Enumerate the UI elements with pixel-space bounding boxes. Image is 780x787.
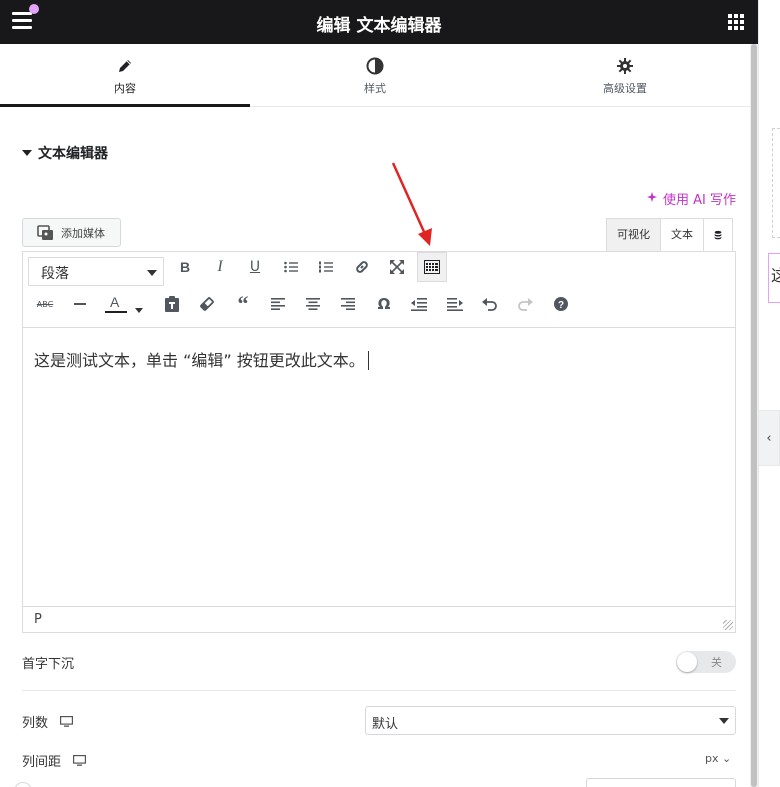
editor-mode-tabs: 可视化 文本: [606, 218, 733, 251]
gear-icon: [500, 56, 750, 76]
half-circle-icon: [250, 56, 500, 76]
section-title: 文本编辑器: [38, 146, 108, 162]
special-character-icon[interactable]: Ω: [370, 290, 398, 318]
section-toggle[interactable]: 文本编辑器: [22, 143, 108, 163]
slider-handle[interactable]: [14, 782, 32, 787]
undo-icon[interactable]: [476, 290, 504, 318]
align-left-icon[interactable]: [264, 290, 292, 318]
resize-handle[interactable]: [723, 620, 733, 630]
align-center-icon[interactable]: [299, 290, 327, 318]
column-gap-label: 列间距: [22, 755, 62, 770]
editor-toolbar: 段落 B I U ABC A “ Ω ?: [23, 252, 735, 328]
editor-header: 编辑 文本编辑器: [0, 0, 758, 44]
columns-value: 默认: [372, 717, 399, 732]
panel-scrollbar[interactable]: [750, 44, 758, 787]
toggle-label: 关: [711, 656, 722, 669]
widgets-grid-icon[interactable]: [728, 14, 744, 30]
toolbar-toggle-icon[interactable]: [417, 252, 447, 282]
align-right-icon[interactable]: [334, 290, 362, 318]
bullet-list-icon[interactable]: [277, 253, 305, 281]
horizontal-line-icon[interactable]: [66, 290, 94, 318]
svg-text:A: A: [110, 294, 120, 310]
unit-selector[interactable]: px ⌄: [705, 752, 731, 765]
columns-select[interactable]: 默认: [365, 706, 736, 735]
tab-content-label: 内容: [114, 82, 136, 95]
divider: [22, 690, 736, 691]
text-color-icon[interactable]: A: [102, 290, 128, 318]
bold-icon[interactable]: B: [171, 253, 199, 281]
desktop-icon[interactable]: [73, 755, 87, 766]
help-icon[interactable]: ?: [547, 290, 575, 318]
desktop-icon[interactable]: [60, 716, 74, 727]
pencil-icon: [0, 56, 250, 76]
paragraph-format-select[interactable]: 段落: [28, 257, 164, 286]
panel-tabs: 内容 样式 高级设置: [0, 44, 750, 107]
columns-row: 列数: [22, 712, 74, 731]
drop-cap-label: 首字下沉: [22, 657, 75, 672]
drop-cap-toggle[interactable]: 关: [676, 651, 736, 673]
unit-label: px: [705, 752, 719, 765]
collapse-panel-button[interactable]: ‹: [758, 410, 780, 466]
column-gap-row: 列间距: [22, 751, 87, 770]
caret-down-icon: [719, 718, 729, 724]
indent-icon[interactable]: [441, 290, 469, 318]
preview-text: 这: [771, 266, 780, 285]
strikethrough-icon[interactable]: ABC: [31, 290, 59, 318]
preview-text-widget[interactable]: 这: [768, 253, 780, 303]
preview-area: [758, 0, 780, 787]
rich-text-editor: 段落 B I U ABC A “ Ω ? 这是测试文本，单击 “编辑” 按钮更改…: [22, 251, 736, 633]
tab-content[interactable]: 内容: [0, 44, 250, 107]
paste-text-icon[interactable]: [158, 290, 186, 318]
editor-status-bar: P: [23, 606, 735, 632]
visual-mode-tab[interactable]: 可视化: [607, 219, 661, 251]
preview-section-outline: [772, 128, 780, 238]
media-icon: [37, 224, 55, 241]
element-path[interactable]: P: [34, 612, 42, 627]
tab-advanced[interactable]: 高级设置: [500, 44, 750, 106]
fullscreen-icon[interactable]: [383, 253, 411, 281]
editor-content-area[interactable]: 这是测试文本，单击 “编辑” 按钮更改此文本。: [23, 328, 735, 608]
link-icon[interactable]: [348, 253, 376, 281]
add-media-label: 添加媒体: [61, 226, 105, 240]
caret-down-icon: [147, 270, 157, 276]
panel-title: 编辑 文本编辑器: [316, 16, 442, 36]
format-value: 段落: [41, 266, 69, 282]
svg-text:?: ?: [558, 300, 564, 311]
redo-icon[interactable]: [511, 290, 539, 318]
caret-down-icon: [22, 150, 32, 156]
ai-write-button[interactable]: 使用 AI 写作: [646, 189, 736, 208]
tab-style[interactable]: 样式: [250, 44, 500, 106]
tab-style-label: 样式: [364, 82, 386, 95]
column-gap-input[interactable]: [586, 778, 736, 787]
tab-advanced-label: 高级设置: [603, 82, 647, 95]
underline-icon[interactable]: U: [241, 253, 269, 281]
editor-content-text: 这是测试文本，单击 “编辑” 按钮更改此文本。: [34, 351, 365, 370]
italic-icon[interactable]: I: [206, 253, 234, 281]
clear-formatting-icon[interactable]: [193, 290, 221, 318]
outdent-icon[interactable]: [405, 290, 433, 318]
database-icon[interactable]: [704, 219, 732, 251]
text-color-dropdown[interactable]: [130, 292, 148, 320]
columns-label: 列数: [22, 716, 49, 731]
ai-write-label: 使用 AI 写作: [663, 193, 736, 208]
sparkle-icon: [646, 192, 663, 208]
chevron-left-icon: ‹: [766, 430, 772, 446]
blockquote-icon[interactable]: “: [229, 290, 257, 318]
chevron-down-icon: ⌄: [722, 752, 732, 765]
add-media-button[interactable]: 添加媒体: [22, 218, 121, 247]
numbered-list-icon[interactable]: [312, 253, 340, 281]
text-mode-tab[interactable]: 文本: [661, 219, 704, 251]
